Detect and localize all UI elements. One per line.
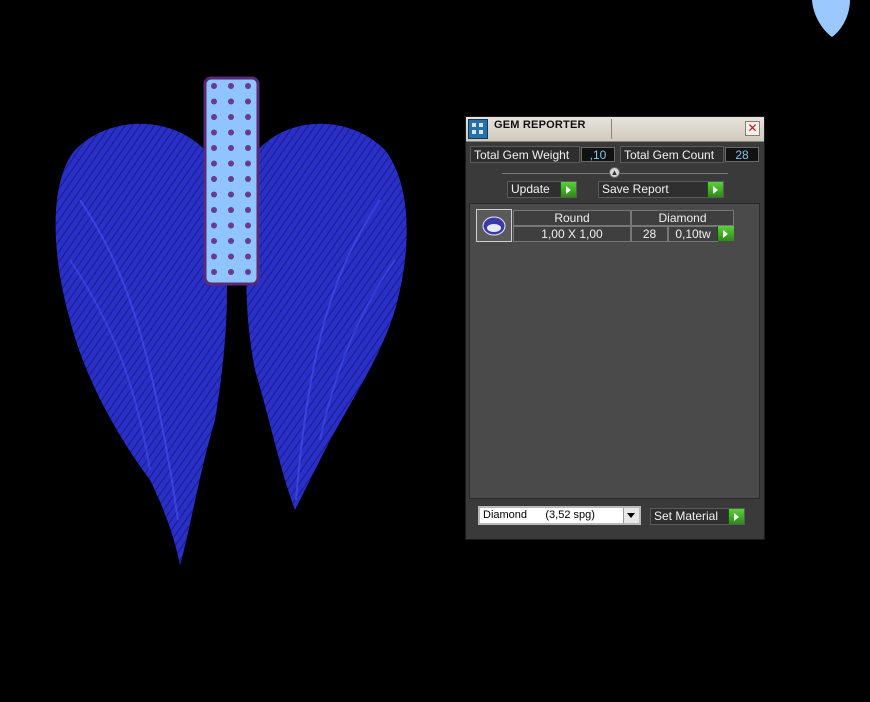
- material-selected-value: Diamond (3,52 spg): [483, 509, 595, 521]
- gem-material-cell: Diamond: [631, 210, 734, 226]
- gem-reporter-panel: GEM REPORTER ✕ Total Gem Weight ,10 Tota…: [465, 116, 765, 540]
- update-button[interactable]: Update: [507, 181, 577, 198]
- gem-setting-dot: [211, 114, 217, 120]
- close-icon[interactable]: ✕: [745, 121, 760, 136]
- gem-setting-dot: [211, 269, 217, 275]
- gem-setting-dot: [211, 191, 217, 198]
- gem-list[interactable]: Round Diamond 1,00 X 1,00 28 0,10tw: [469, 203, 760, 499]
- gem-setting-dot: [211, 238, 217, 244]
- gem-reporter-icon: [468, 119, 488, 139]
- gem-setting-dot: [228, 98, 234, 105]
- collapse-up-icon[interactable]: ▲: [609, 167, 620, 178]
- gem-setting-dot: [228, 129, 234, 136]
- gem-setting-dot: [211, 83, 217, 89]
- gem-setting-dot: [211, 222, 217, 229]
- gem-setting-dot: [245, 176, 251, 182]
- gem-setting-dot: [228, 191, 234, 198]
- save-report-button[interactable]: Save Report: [598, 181, 724, 198]
- round-gem-icon[interactable]: [476, 209, 512, 242]
- gem-setting-dot: [211, 145, 217, 151]
- gem-setting-dot: [211, 253, 217, 260]
- gem-setting-dot: [245, 253, 251, 260]
- gem-setting-dot: [228, 145, 234, 151]
- save-report-button-label: Save Report: [602, 182, 669, 196]
- gem-setting-dot: [211, 98, 217, 105]
- play-arrow-icon: [717, 226, 734, 241]
- gem-setting-dot: [245, 207, 251, 213]
- bail-fragment: [812, 0, 850, 37]
- gem-setting-dot: [245, 238, 251, 244]
- gem-weight-cell: 0,10tw: [668, 226, 718, 242]
- set-material-button-label: Set Material: [654, 509, 719, 523]
- play-arrow-icon: [728, 509, 744, 524]
- play-arrow-icon: [707, 182, 723, 197]
- gem-count-cell: 28: [631, 226, 668, 242]
- gem-setting-dot: [228, 83, 234, 89]
- gem-setting-dot: [228, 207, 234, 213]
- gem-setting-dot: [245, 222, 251, 229]
- total-gem-weight-label: Total Gem Weight: [470, 146, 580, 163]
- gem-setting-dot: [211, 129, 217, 136]
- row-action-button[interactable]: [717, 226, 734, 242]
- gem-setting-dot: [228, 176, 234, 182]
- gem-setting-dot: [228, 253, 234, 260]
- gem-setting-dot: [245, 191, 251, 198]
- set-material-button[interactable]: Set Material: [650, 508, 745, 525]
- gem-size-cell: 1,00 X 1,00: [513, 226, 631, 242]
- gem-shape-cell: Round: [513, 210, 631, 226]
- gem-setting-dot: [228, 238, 234, 244]
- gem-setting-dot: [211, 160, 217, 167]
- gem-setting-dot: [228, 222, 234, 229]
- title-separator: [611, 119, 612, 139]
- chevron-down-icon[interactable]: [623, 508, 639, 523]
- title-bar[interactable]: GEM REPORTER ✕: [466, 117, 764, 142]
- left-wing: [55, 123, 227, 565]
- play-arrow-icon: [560, 182, 576, 197]
- gem-setting-dot: [245, 129, 251, 136]
- update-button-label: Update: [511, 182, 550, 196]
- panel-title: GEM REPORTER: [494, 119, 586, 131]
- gem-setting-dot: [245, 83, 251, 89]
- total-gem-count-label: Total Gem Count: [620, 146, 724, 163]
- gem-setting-dot: [228, 269, 234, 275]
- gem-setting-dot: [245, 269, 251, 275]
- total-gem-weight-value: ,10: [581, 147, 615, 162]
- material-dropdown[interactable]: Diamond (3,52 spg): [478, 506, 641, 525]
- gem-setting-dot: [245, 114, 251, 120]
- gem-setting-dot: [245, 98, 251, 105]
- gem-setting-dot: [245, 160, 251, 167]
- gem-setting-dot: [211, 176, 217, 182]
- gem-setting-dot: [228, 114, 234, 120]
- gem-setting-dot: [228, 160, 234, 167]
- gem-setting-dot: [245, 145, 251, 151]
- gem-setting-dot: [211, 207, 217, 213]
- total-gem-count-value: 28: [725, 147, 759, 162]
